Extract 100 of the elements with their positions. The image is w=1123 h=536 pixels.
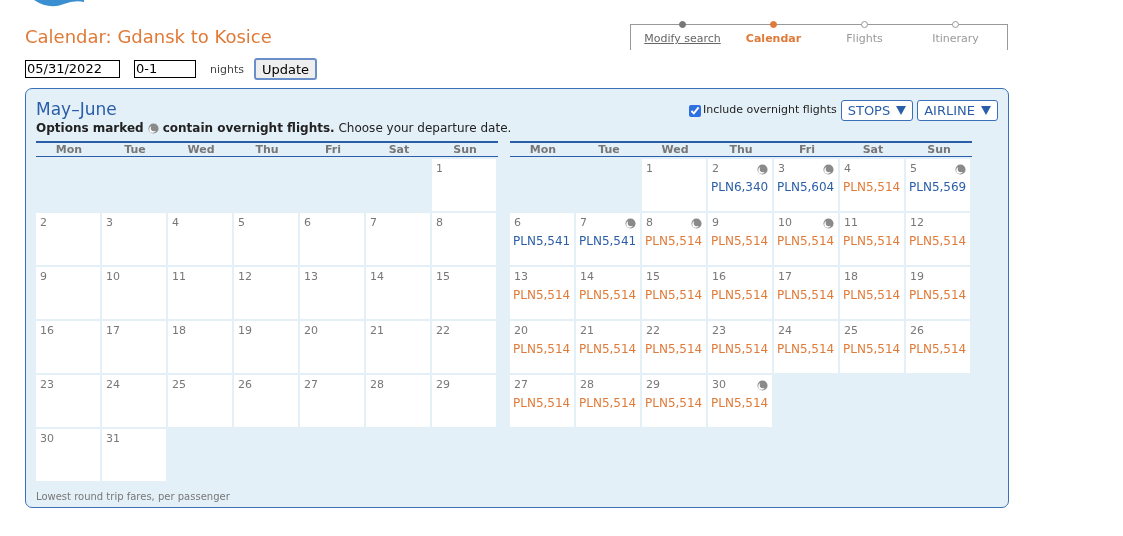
day-cell[interactable]: 17 <box>102 321 166 373</box>
fare-price[interactable]: PLN5,514 <box>843 340 901 358</box>
fare-price[interactable]: PLN5,514 <box>777 286 835 304</box>
day-cell[interactable]: 24 PLN5,514 <box>774 321 838 373</box>
day-cell[interactable]: 9 <box>36 267 100 319</box>
day-cell[interactable]: 31 <box>102 429 166 481</box>
day-cell[interactable]: 8 <box>432 213 496 265</box>
day-cell[interactable]: 5 <box>234 213 298 265</box>
fare-price[interactable]: PLN5,514 <box>513 286 571 304</box>
day-cell[interactable]: 23 <box>36 375 100 427</box>
day-cell[interactable]: 3 PLN5,604 <box>774 159 838 211</box>
fare-price[interactable]: PLN5,541 <box>579 232 637 250</box>
day-cell[interactable]: 30 <box>36 429 100 481</box>
day-cell[interactable]: 16 PLN5,514 <box>708 267 772 319</box>
fare-price[interactable]: PLN5,514 <box>513 394 571 412</box>
step-label[interactable]: Modify search <box>644 31 721 48</box>
day-cell[interactable]: 21 PLN5,514 <box>576 321 640 373</box>
day-cell[interactable]: 24 <box>102 375 166 427</box>
day-cell[interactable]: 15 PLN5,514 <box>642 267 706 319</box>
date-field[interactable]: 05/31/2022 <box>25 60 120 78</box>
day-number: 21 <box>580 322 594 339</box>
fare-price[interactable]: PLN5,514 <box>579 286 637 304</box>
day-cell[interactable]: 14 PLN5,514 <box>576 267 640 319</box>
day-cell[interactable]: 9 PLN5,514 <box>708 213 772 265</box>
fare-price[interactable]: PLN5,514 <box>843 178 901 196</box>
day-cell[interactable]: 26 PLN5,514 <box>906 321 970 373</box>
day-cell[interactable]: 14 <box>366 267 430 319</box>
day-cell[interactable]: 6 <box>300 213 364 265</box>
day-number: 9 <box>40 268 47 285</box>
day-cell[interactable]: 2 PLN6,340 <box>708 159 772 211</box>
fare-price[interactable]: PLN5,514 <box>711 286 769 304</box>
filter-dropdown[interactable]: AIRLINE <box>917 100 998 121</box>
fare-price[interactable]: PLN5,541 <box>513 232 571 250</box>
fare-price[interactable]: PLN5,569 <box>909 178 967 196</box>
fare-price[interactable]: PLN5,604 <box>777 178 835 196</box>
day-number: 1 <box>436 160 443 177</box>
fare-price[interactable]: PLN5,514 <box>909 232 967 250</box>
fare-price[interactable]: PLN5,514 <box>777 340 835 358</box>
day-cell[interactable]: 10 <box>102 267 166 319</box>
day-cell[interactable]: 25 <box>168 375 232 427</box>
day-cell[interactable]: 10 PLN5,514 <box>774 213 838 265</box>
day-cell[interactable]: 19 <box>234 321 298 373</box>
day-cell[interactable]: 26 <box>234 375 298 427</box>
day-cell[interactable]: 15 <box>432 267 496 319</box>
fare-price[interactable]: PLN5,514 <box>777 232 835 250</box>
day-cell[interactable]: 20 <box>300 321 364 373</box>
day-cell[interactable]: 17 PLN5,514 <box>774 267 838 319</box>
day-cell[interactable]: 11 PLN5,514 <box>840 213 904 265</box>
day-cell[interactable]: 7 PLN5,541 <box>576 213 640 265</box>
day-cell[interactable]: 1 <box>642 159 706 211</box>
fare-price[interactable]: PLN5,514 <box>711 394 769 412</box>
day-cell[interactable]: 3 <box>102 213 166 265</box>
day-cell[interactable]: 28 PLN5,514 <box>576 375 640 427</box>
fare-price[interactable]: PLN5,514 <box>645 394 703 412</box>
day-cell[interactable]: 22 PLN5,514 <box>642 321 706 373</box>
day-cell[interactable]: 27 <box>300 375 364 427</box>
day-cell[interactable]: 30 PLN5,514 <box>708 375 772 427</box>
fare-price[interactable]: PLN5,514 <box>843 286 901 304</box>
day-cell[interactable]: 23 PLN5,514 <box>708 321 772 373</box>
day-cell[interactable]: 19 PLN5,514 <box>906 267 970 319</box>
filter-dropdown[interactable]: STOPS <box>840 100 914 121</box>
day-cell[interactable]: 2 <box>36 213 100 265</box>
day-cell[interactable]: 12 PLN5,514 <box>906 213 970 265</box>
day-cell[interactable]: 7 <box>366 213 430 265</box>
day-cell[interactable]: 12 <box>234 267 298 319</box>
day-cell[interactable]: 28 <box>366 375 430 427</box>
day-cell[interactable]: 1 <box>432 159 496 211</box>
day-cell[interactable]: 5 PLN5,569 <box>906 159 970 211</box>
overnight-checkbox[interactable] <box>689 104 702 117</box>
fare-price[interactable]: PLN5,514 <box>909 340 967 358</box>
day-cell[interactable]: 8 PLN5,514 <box>642 213 706 265</box>
day-cell[interactable]: 22 <box>432 321 496 373</box>
fare-price[interactable]: PLN5,514 <box>711 232 769 250</box>
fare-price[interactable]: PLN6,340 <box>711 178 769 196</box>
day-cell[interactable]: 29 <box>432 375 496 427</box>
day-cell[interactable]: 13 PLN5,514 <box>510 267 574 319</box>
fare-price[interactable]: PLN5,514 <box>579 394 637 412</box>
fare-price[interactable]: PLN5,514 <box>645 286 703 304</box>
fare-price[interactable]: PLN5,514 <box>909 286 967 304</box>
fare-price[interactable]: PLN5,514 <box>579 340 637 358</box>
day-cell[interactable]: 18 PLN5,514 <box>840 267 904 319</box>
day-cell[interactable]: 4 PLN5,514 <box>840 159 904 211</box>
fare-price[interactable]: PLN5,514 <box>711 340 769 358</box>
day-cell[interactable]: 29 PLN5,514 <box>642 375 706 427</box>
day-cell[interactable]: 27 PLN5,514 <box>510 375 574 427</box>
day-cell[interactable]: 13 <box>300 267 364 319</box>
fare-price[interactable]: PLN5,514 <box>513 340 571 358</box>
day-cell[interactable]: 25 PLN5,514 <box>840 321 904 373</box>
day-cell[interactable]: 21 <box>366 321 430 373</box>
fare-price[interactable]: PLN5,514 <box>645 232 703 250</box>
fare-price[interactable]: PLN5,514 <box>645 340 703 358</box>
day-cell[interactable]: 4 <box>168 213 232 265</box>
fare-price[interactable]: PLN5,514 <box>843 232 901 250</box>
day-cell[interactable]: 18 <box>168 321 232 373</box>
day-cell[interactable]: 20 PLN5,514 <box>510 321 574 373</box>
nights-field[interactable]: 0-1 <box>134 60 196 78</box>
update-button[interactable]: Update <box>254 58 318 80</box>
day-cell[interactable]: 6 PLN5,541 <box>510 213 574 265</box>
day-cell[interactable]: 11 <box>168 267 232 319</box>
day-cell[interactable]: 16 <box>36 321 100 373</box>
